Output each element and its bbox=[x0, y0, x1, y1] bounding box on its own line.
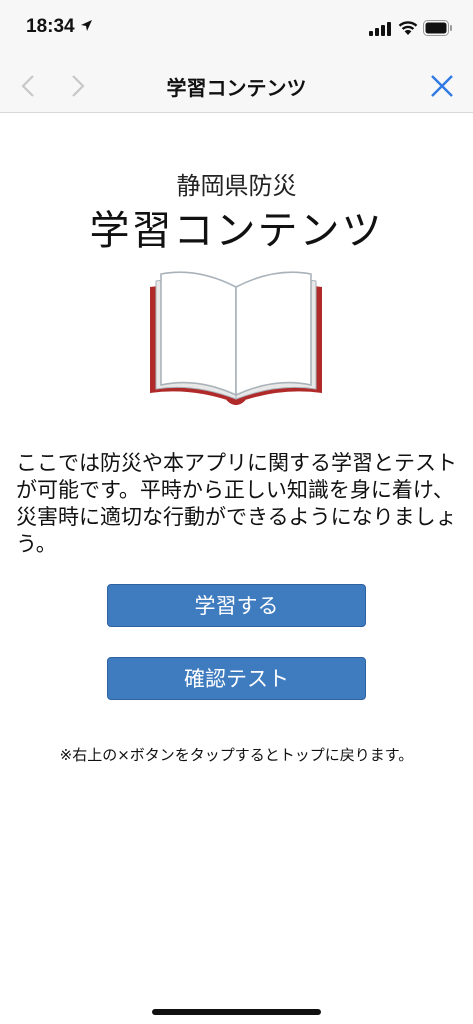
close-icon[interactable] bbox=[428, 72, 456, 100]
battery-icon bbox=[423, 20, 452, 36]
hero-title: 学習コンテンツ bbox=[89, 208, 384, 254]
description-text: ここでは防災や本アプリに関する学習とテストが可能です。平時から正しい知識を身に着… bbox=[16, 451, 457, 556]
study-button[interactable]: 学習する bbox=[107, 584, 366, 627]
home-indicator bbox=[152, 1009, 321, 1015]
navigation-bar: 学習コンテンツ bbox=[0, 60, 473, 113]
nav-title: 学習コンテンツ bbox=[166, 76, 307, 100]
note-text: ※右上の×ボタンをタップするとトップに戻ります。 bbox=[59, 746, 414, 764]
open-book-icon bbox=[150, 271, 322, 405]
status-bar: 18:34 bbox=[0, 0, 473, 60]
cellular-signal-icon bbox=[369, 22, 391, 36]
wifi-icon bbox=[398, 21, 418, 35]
test-button[interactable]: 確認テスト bbox=[107, 657, 366, 700]
hero-subtitle: 静岡県防災 bbox=[176, 172, 297, 200]
location-arrow-icon bbox=[81, 20, 92, 31]
status-time: 18:34 bbox=[26, 16, 75, 37]
